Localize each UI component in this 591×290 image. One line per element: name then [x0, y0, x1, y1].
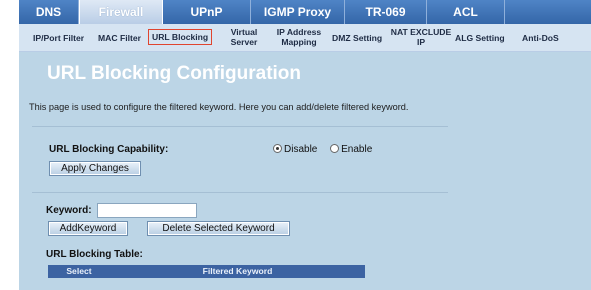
subtab-ip-address-mapping-line2: Mapping: [281, 37, 317, 47]
subtab-ip-port-filter[interactable]: IP/Port Filter: [33, 33, 84, 43]
table-header: Select Filtered Keyword: [48, 265, 365, 278]
delete-selected-keyword-button[interactable]: Delete Selected Keyword: [147, 221, 290, 236]
subtab-anti-dos[interactable]: Anti-DoS: [522, 33, 559, 43]
tab-firewall[interactable]: Firewall: [79, 0, 163, 24]
radio-enable-icon[interactable]: [330, 144, 340, 153]
capability-radio-group: Disable Enable: [273, 144, 382, 155]
top-nav: DNS Firewall UPnP IGMP Proxy TR-069 ACL: [19, 0, 591, 24]
divider: [32, 126, 448, 127]
subtab-virtual-server-line2: Server: [230, 37, 258, 47]
radio-disable-label: Disable: [284, 144, 318, 155]
subtab-virtual-server-line1: Virtual: [230, 27, 258, 37]
subtab-nat-exclude-ip[interactable]: NAT EXCLUDE IP: [390, 27, 452, 47]
keyword-label: Keyword:: [46, 205, 92, 216]
tab-acl[interactable]: ACL: [427, 0, 505, 24]
capability-label: URL Blocking Capability:: [49, 144, 169, 155]
radio-disable[interactable]: Disable: [273, 144, 320, 155]
page-description: This page is used to configure the filte…: [29, 102, 409, 112]
add-keyword-button[interactable]: AddKeyword: [48, 221, 128, 236]
subtab-virtual-server[interactable]: Virtual Server: [224, 27, 264, 47]
radio-enable-label: Enable: [341, 144, 373, 155]
tab-dns[interactable]: DNS: [19, 0, 79, 24]
tab-upnp[interactable]: UPnP: [163, 0, 251, 24]
subtab-dmz-setting[interactable]: DMZ Setting: [332, 33, 382, 43]
subtab-nat-exclude-ip-line2: IP: [416, 37, 426, 47]
subtab-nat-exclude-ip-line1: NAT EXCLUDE: [390, 27, 452, 37]
page-title: URL Blocking Configuration: [47, 63, 302, 84]
tab-igmp-proxy[interactable]: IGMP Proxy: [251, 0, 345, 24]
radio-disable-icon[interactable]: [273, 144, 282, 153]
tab-tr069[interactable]: TR-069: [345, 0, 427, 24]
column-select: Select: [66, 266, 92, 276]
subtab-ip-address-mapping-line1: IP Address: [276, 27, 322, 37]
subtab-ip-address-mapping[interactable]: IP Address Mapping: [271, 27, 327, 47]
main-panel: URL Blocking Configuration This page is …: [19, 52, 591, 290]
sub-nav: IP/Port Filter MAC Filter URL Blocking V…: [19, 24, 591, 52]
table-title: URL Blocking Table:: [46, 249, 143, 260]
subtab-alg-setting[interactable]: ALG Setting: [455, 33, 505, 43]
subtab-mac-filter[interactable]: MAC Filter: [98, 33, 141, 43]
apply-changes-button[interactable]: Apply Changes: [49, 161, 141, 176]
keyword-input[interactable]: [97, 203, 197, 218]
column-filtered-keyword: Filtered Keyword: [202, 266, 273, 276]
subtab-url-blocking[interactable]: URL Blocking: [148, 29, 213, 45]
radio-enable[interactable]: Enable: [330, 144, 372, 155]
divider: [32, 192, 448, 193]
